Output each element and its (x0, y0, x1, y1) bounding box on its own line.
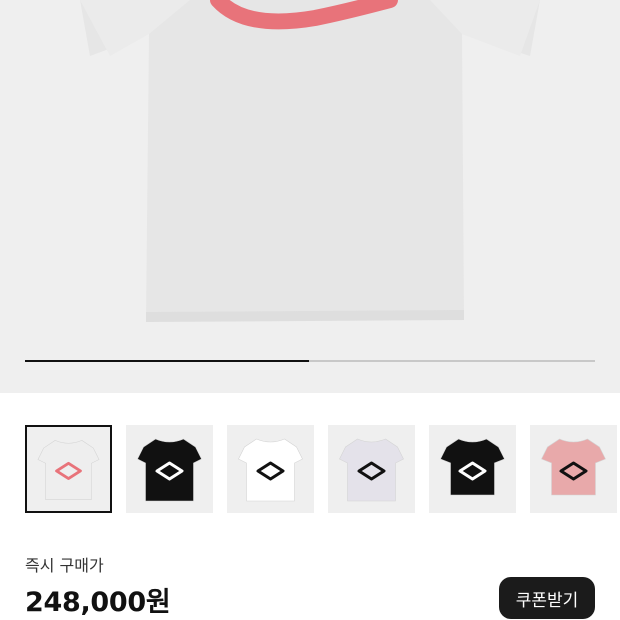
image-progress-fill (25, 360, 309, 362)
image-progress-track (25, 360, 595, 362)
tshirt-thumbnail-icon (238, 438, 303, 502)
tshirt-image (80, 0, 540, 322)
thumbnail-white-tee-black-logo[interactable] (227, 425, 314, 513)
thumbnail-black-tee-white-logo[interactable] (126, 425, 213, 513)
tshirt-thumbnail-icon (440, 438, 505, 496)
product-image[interactable] (0, 0, 620, 393)
tshirt-thumbnail-icon (339, 438, 404, 502)
thumbnail-black-crop-tee-white-logo[interactable] (429, 425, 516, 513)
tshirt-thumbnail-icon (37, 440, 100, 500)
thumbnail-pink-crop-tee-black-logo[interactable] (530, 425, 617, 513)
price-value: 248,000원 (25, 587, 171, 618)
tshirt-thumbnail-icon (541, 438, 606, 496)
tshirt-thumbnail-icon (137, 438, 202, 502)
thumbnail-lavender-tee-black-logo[interactable] (328, 425, 415, 513)
coupon-button[interactable]: 쿠폰받기 (499, 577, 595, 619)
price-label: 즉시 구매가 (25, 556, 104, 575)
thumbnail-light-gray-tee-pink-logo[interactable] (25, 425, 112, 513)
